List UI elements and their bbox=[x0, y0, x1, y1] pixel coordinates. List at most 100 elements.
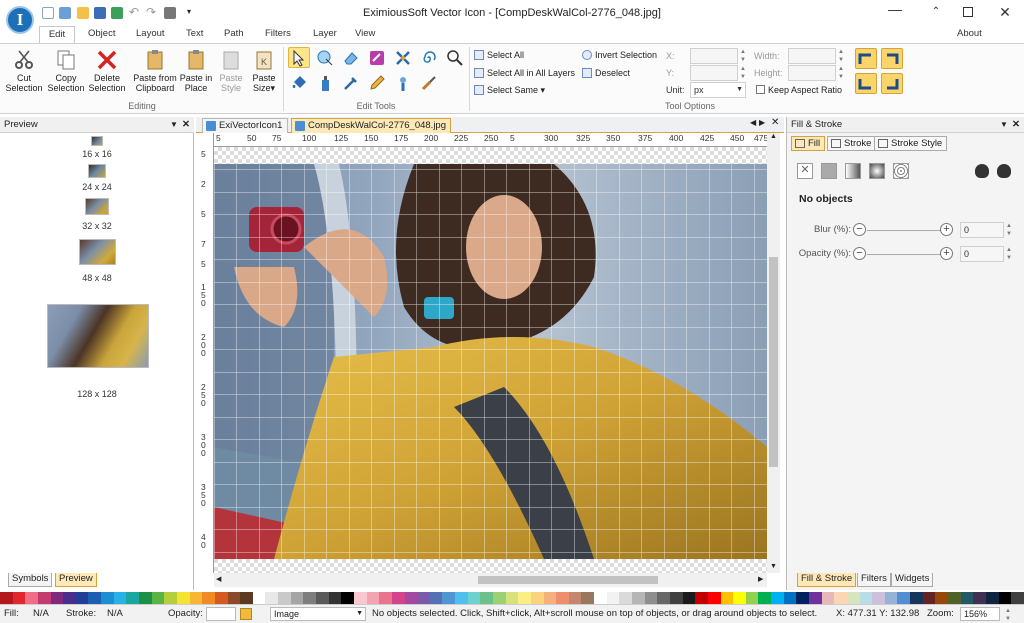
color-swatch[interactable] bbox=[126, 592, 140, 604]
color-swatch[interactable] bbox=[164, 592, 177, 604]
tab-view[interactable]: View bbox=[355, 28, 375, 39]
color-swatch[interactable] bbox=[303, 592, 317, 604]
color-swatch[interactable] bbox=[442, 592, 456, 604]
color-swatch[interactable] bbox=[176, 592, 190, 604]
tab-stroke[interactable]: Stroke bbox=[827, 136, 877, 151]
color-swatch[interactable] bbox=[960, 592, 974, 604]
color-swatch[interactable] bbox=[910, 592, 923, 604]
tab-widgets[interactable]: Widgets bbox=[891, 573, 934, 587]
color-swatch[interactable] bbox=[189, 592, 203, 604]
color-swatch[interactable] bbox=[682, 592, 696, 604]
opacity-minus-icon[interactable]: − bbox=[853, 247, 866, 260]
select-all-layers-button[interactable]: Select All in All Layers bbox=[474, 68, 575, 78]
color-swatch[interactable] bbox=[316, 592, 329, 604]
node-edit-icon[interactable] bbox=[314, 47, 336, 68]
color-swatch[interactable] bbox=[328, 592, 342, 604]
color-swatch[interactable] bbox=[1011, 592, 1024, 604]
pin-icon[interactable]: ▼ bbox=[170, 117, 178, 132]
color-swatch[interactable] bbox=[948, 592, 961, 604]
select-arrow-icon[interactable] bbox=[288, 47, 310, 68]
color-swatch[interactable] bbox=[669, 592, 683, 604]
close-panel-icon[interactable]: ✕ bbox=[182, 117, 190, 132]
y-spinner[interactable]: ▲ ▼ bbox=[739, 65, 747, 81]
copy-selection-button[interactable]: Copy Selection bbox=[45, 46, 87, 93]
pin-icon[interactable]: ▼ bbox=[1000, 117, 1008, 132]
color-swatch[interactable] bbox=[846, 592, 860, 604]
height-field[interactable] bbox=[788, 65, 836, 81]
star-spray-icon[interactable] bbox=[392, 72, 414, 93]
opacity-slider[interactable] bbox=[867, 254, 947, 255]
tab-filters[interactable]: Filters bbox=[265, 28, 291, 39]
color-swatch[interactable] bbox=[985, 592, 999, 604]
color-swatch[interactable] bbox=[657, 592, 670, 604]
color-swatch[interactable] bbox=[783, 592, 797, 604]
about-link[interactable]: About bbox=[957, 28, 982, 39]
color-swatch[interactable] bbox=[884, 592, 898, 604]
delete-selection-button[interactable]: Delete Selection bbox=[86, 46, 128, 93]
color-swatch[interactable] bbox=[37, 592, 51, 604]
color-swatch[interactable] bbox=[606, 592, 620, 604]
color-swatch[interactable] bbox=[139, 592, 152, 604]
horizontal-scroll-thumb[interactable] bbox=[478, 576, 658, 584]
color-swatch[interactable] bbox=[998, 592, 1012, 604]
zoom-icon[interactable] bbox=[444, 47, 466, 68]
fill-rule-nonzero-icon[interactable] bbox=[997, 164, 1011, 178]
flip-vertical-icon[interactable] bbox=[881, 73, 903, 94]
color-swatch[interactable] bbox=[63, 592, 76, 604]
color-swatch[interactable] bbox=[556, 592, 569, 604]
scroll-left-icon[interactable]: ◀ bbox=[216, 575, 221, 583]
color-swatch[interactable] bbox=[75, 592, 89, 604]
close-panel-icon[interactable]: ✕ bbox=[1012, 117, 1020, 132]
color-swatch[interactable] bbox=[240, 592, 253, 604]
zoom-spinner[interactable]: ▲ ▼ bbox=[1004, 607, 1012, 622]
paste-size-button[interactable]: K Paste Size▾ bbox=[248, 46, 280, 93]
keep-aspect-ratio-checkbox[interactable]: Keep Aspect Ratio bbox=[756, 85, 842, 95]
fill-rule-evenodd-icon[interactable] bbox=[975, 164, 989, 178]
color-swatch[interactable] bbox=[973, 592, 986, 604]
paste-style-button[interactable]: Paste Style bbox=[214, 46, 248, 93]
color-swatch[interactable] bbox=[12, 592, 26, 604]
select-same-button[interactable]: Select Same ▾ bbox=[474, 85, 545, 96]
color-swatch[interactable] bbox=[265, 592, 279, 604]
doc-tab-compdeskwalcol[interactable]: CompDeskWalCol-2776_048.jpg bbox=[291, 118, 451, 133]
vertical-scroll-thumb[interactable] bbox=[769, 257, 778, 467]
color-swatch[interactable] bbox=[429, 592, 443, 604]
lock-layer-icon[interactable] bbox=[240, 608, 252, 620]
rotate-cw-icon[interactable] bbox=[881, 48, 903, 69]
color-swatch[interactable] bbox=[202, 592, 215, 604]
maximize-button[interactable] bbox=[958, 4, 978, 20]
color-swatch[interactable] bbox=[88, 592, 102, 604]
opacity-spinner[interactable]: ▲ ▼ bbox=[1005, 246, 1013, 262]
color-swatch[interactable] bbox=[366, 592, 380, 604]
color-swatch[interactable] bbox=[707, 592, 721, 604]
color-swatch[interactable] bbox=[821, 592, 835, 604]
color-swatch[interactable] bbox=[568, 592, 582, 604]
height-spinner[interactable]: ▲ ▼ bbox=[837, 65, 845, 81]
tab-fill[interactable]: Fill bbox=[791, 136, 826, 151]
tab-symbols[interactable]: Symbols bbox=[8, 573, 53, 587]
blur-minus-icon[interactable]: − bbox=[853, 223, 866, 236]
color-swatch[interactable] bbox=[872, 592, 885, 604]
spray-icon[interactable] bbox=[314, 72, 336, 93]
color-swatch[interactable] bbox=[391, 592, 405, 604]
tab-stroke-style[interactable]: Stroke Style bbox=[874, 136, 948, 151]
tab-scroll-left-icon[interactable]: ◀ bbox=[750, 118, 756, 127]
pencil-icon[interactable] bbox=[366, 72, 388, 93]
color-swatch[interactable] bbox=[935, 592, 949, 604]
minimize-button[interactable]: — bbox=[885, 1, 905, 17]
color-swatch[interactable] bbox=[834, 592, 847, 604]
tab-edit[interactable]: Edit bbox=[39, 26, 75, 43]
tab-text[interactable]: Text bbox=[186, 28, 203, 39]
eraser-icon[interactable] bbox=[340, 47, 362, 68]
tab-layout[interactable]: Layout bbox=[136, 28, 165, 39]
close-button[interactable]: ✕ bbox=[995, 4, 1015, 20]
color-swatch[interactable] bbox=[353, 592, 367, 604]
color-swatch[interactable] bbox=[252, 592, 266, 604]
color-swatch[interactable] bbox=[214, 592, 228, 604]
color-swatch[interactable] bbox=[101, 592, 114, 604]
blur-plus-icon[interactable]: + bbox=[940, 223, 953, 236]
paste-in-place-button[interactable]: Paste in Place bbox=[178, 46, 214, 93]
unit-select[interactable]: px ▼ bbox=[690, 82, 746, 98]
color-swatch[interactable] bbox=[505, 592, 519, 604]
no-paint-icon[interactable]: ✕ bbox=[797, 163, 813, 179]
